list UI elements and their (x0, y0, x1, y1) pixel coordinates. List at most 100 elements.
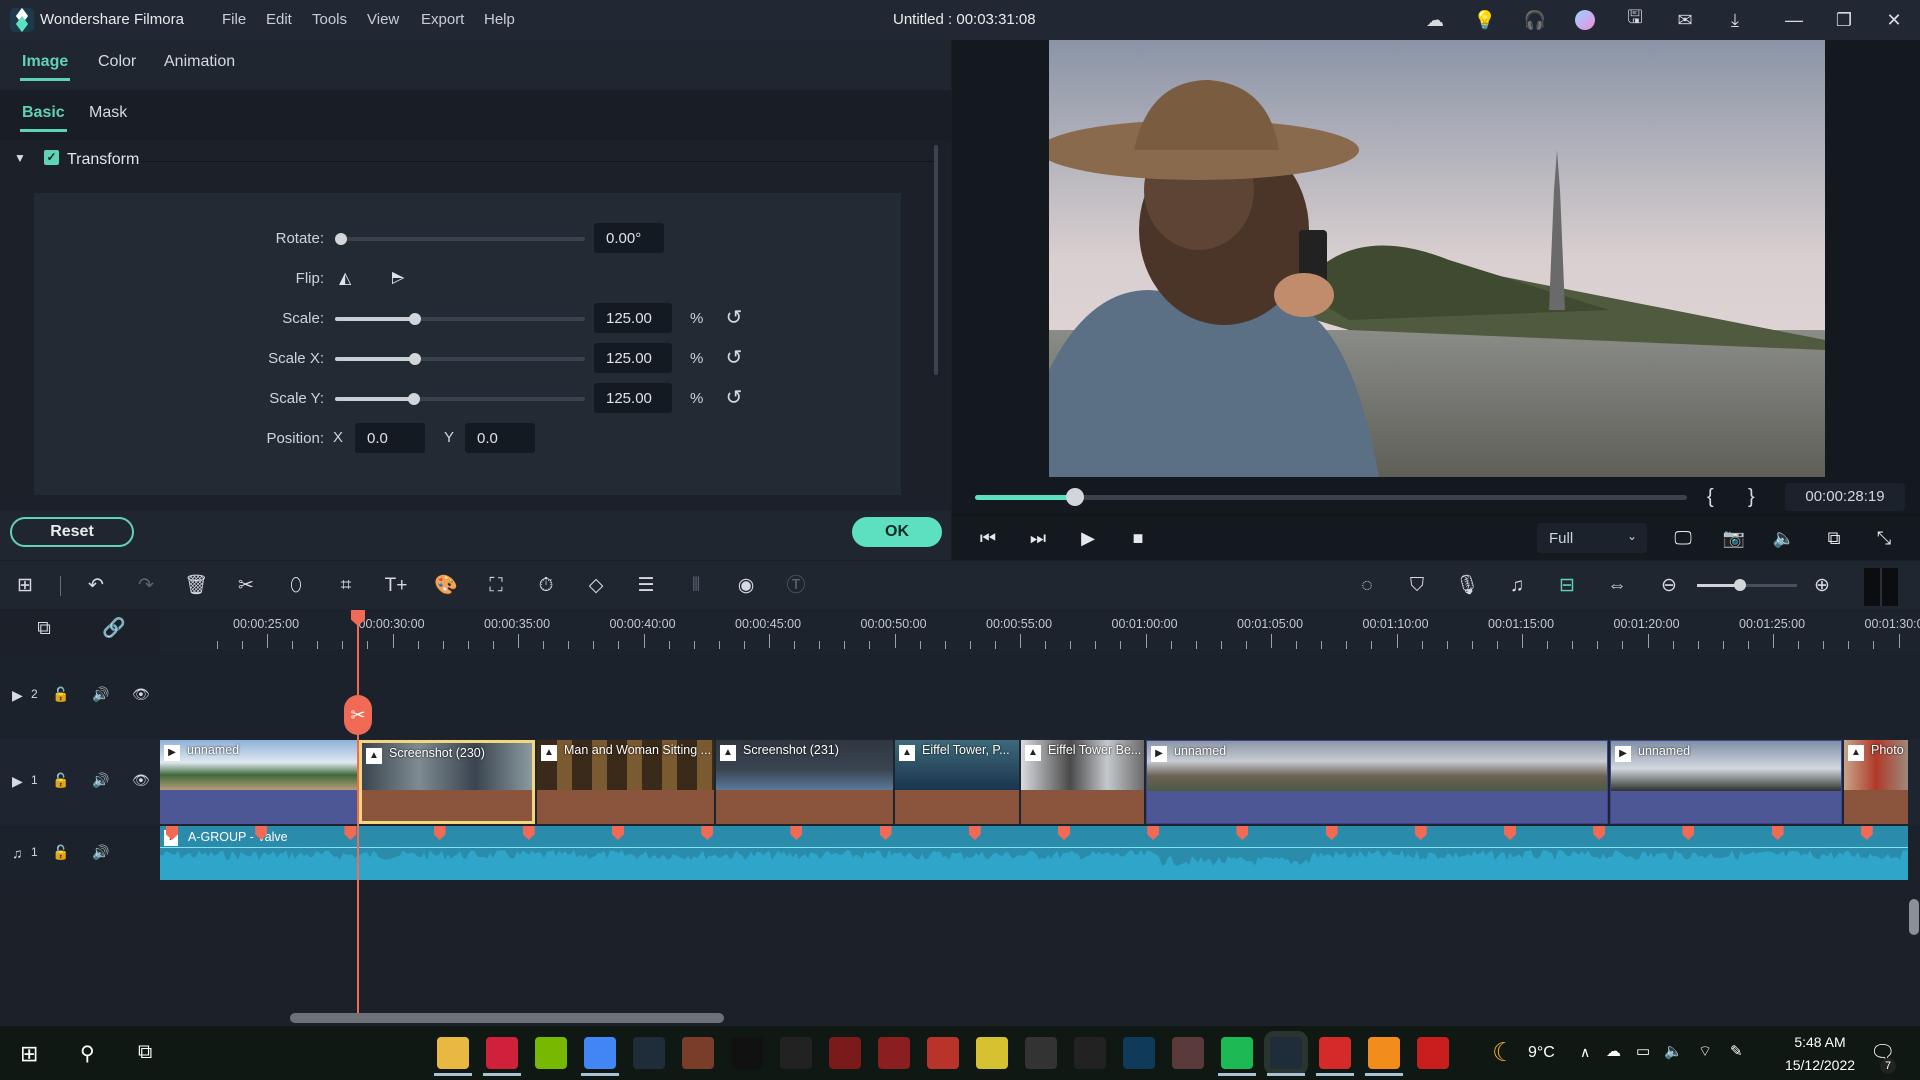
scale-y-input[interactable]: 125.00 (594, 383, 672, 413)
snap-icon[interactable]: ⊟ (1554, 573, 1580, 599)
taskbar-app-game[interactable] (927, 1037, 959, 1069)
timeline-clip-selected[interactable]: ▲ Screenshot (230) (359, 740, 535, 824)
layout-toggle-button[interactable] (1864, 568, 1898, 606)
scale-x-input[interactable]: 125.00 (594, 343, 672, 373)
taskbar-app-the-witcher[interactable] (1025, 1037, 1057, 1069)
avatar-icon[interactable] (1572, 8, 1598, 32)
onedrive-icon[interactable]: ☁ (1606, 1042, 1621, 1060)
audio-mixer-icon[interactable]: ♫ (1504, 573, 1530, 599)
scale-reset-icon[interactable]: ↺ (723, 307, 745, 329)
timeline-clip[interactable]: ▲ Photo (1844, 740, 1908, 824)
menu-edit[interactable]: Edit (266, 11, 292, 28)
redo-icon[interactable]: ↷ (133, 573, 159, 599)
mute-icon[interactable]: 🔊 (92, 686, 109, 703)
render-icon[interactable]: ◌ (1354, 573, 1380, 599)
lock-icon[interactable]: 🔓 (52, 772, 69, 789)
audio-volume-line[interactable] (160, 847, 1908, 848)
taskbar-app-filmora[interactable] (633, 1037, 665, 1069)
playback-progress-handle[interactable] (1065, 488, 1084, 506)
taskbar-app-batman[interactable] (731, 1037, 763, 1069)
flip-vertical-icon[interactable]: ◭ (389, 272, 409, 284)
timeline-clip[interactable]: ▲ Eiffel Tower Be... (1021, 740, 1144, 824)
zoom-out-icon[interactable]: ⊖ (1656, 573, 1682, 599)
mark-in-button[interactable]: { (1707, 486, 1714, 509)
taskbar-app-filmora[interactable] (1264, 1031, 1308, 1075)
taskbar-app-game-launcher[interactable] (1417, 1037, 1449, 1069)
clock-time[interactable]: 5:48 AM (1780, 1034, 1860, 1050)
taskbar-app-game[interactable] (682, 1037, 714, 1069)
flip-horizontal-icon[interactable]: ◭ (339, 268, 351, 288)
windows-start-icon[interactable]: ⊞ (20, 1041, 38, 1067)
save-icon[interactable]: 🖫 (1622, 7, 1648, 32)
rotate-slider[interactable] (335, 233, 585, 245)
taskbar-app-red-dead-redemption-2[interactable] (878, 1037, 910, 1069)
battery-icon[interactable]: ▭ (1636, 1042, 1650, 1060)
scale-slider[interactable] (335, 313, 585, 325)
fit-timeline-icon[interactable]: ⇔ (1604, 573, 1630, 599)
mail-icon[interactable]: ✉ (1672, 8, 1698, 32)
snapshot-icon[interactable]: 📷 (1722, 526, 1746, 550)
taskbar-app-nvidia[interactable] (535, 1037, 567, 1069)
restore-icon[interactable]: ❐ (1831, 8, 1857, 32)
audio-stretch-icon[interactable]: ◉ (733, 573, 759, 599)
taskbar-app-game[interactable] (976, 1037, 1008, 1069)
ok-button[interactable]: OK (852, 517, 942, 547)
pen-icon[interactable]: ✎ (1730, 1042, 1743, 1060)
display-icon[interactable]: 🖵 (1671, 526, 1695, 550)
scale-y-reset-icon[interactable]: ↺ (723, 387, 745, 409)
taskbar-app-chrome[interactable] (584, 1037, 616, 1069)
zoom-in-icon[interactable]: ⊕ (1809, 573, 1835, 599)
time-ruler[interactable] (160, 609, 1920, 654)
timeline-clip[interactable]: ▶ unnamed (160, 740, 357, 824)
headset-icon[interactable]: 🎧 (1522, 8, 1548, 32)
green-screen-icon[interactable]: ⛶ (483, 573, 509, 599)
previous-frame-icon[interactable]: ⏮ (976, 526, 1000, 550)
link-icon[interactable]: 🔗 (101, 616, 127, 642)
menu-tools[interactable]: Tools (312, 11, 347, 28)
pip-icon[interactable]: ⧉ (1822, 526, 1846, 550)
timeline-clip[interactable]: ▶ unnamed (1146, 740, 1608, 824)
rotate-input[interactable]: 0.00° (594, 223, 664, 253)
undo-icon[interactable]: ↶ (83, 573, 109, 599)
volume-tray-icon[interactable]: 🔈 (1664, 1042, 1683, 1060)
lightbulb-icon[interactable]: 💡 (1472, 8, 1498, 32)
transform-checkbox[interactable]: ✓ (44, 150, 59, 165)
timeline-horizontal-scrollbar[interactable] (290, 1013, 724, 1023)
panel-scrollbar[interactable] (934, 145, 938, 375)
menu-view[interactable]: View (367, 11, 399, 28)
taskbar-app-star-wars-jedi[interactable] (1172, 1037, 1204, 1069)
subtab-basic[interactable]: Basic (20, 104, 67, 132)
next-frame-icon[interactable]: ⏭ (1026, 526, 1050, 550)
visibility-icon[interactable]: 👁 (132, 772, 150, 789)
wifi-icon[interactable]: ⌔ (1698, 1042, 1712, 1061)
timeline-zoom-handle[interactable] (1734, 579, 1746, 591)
cut-icon[interactable]: ✂ (233, 573, 259, 599)
timeline-clip[interactable]: ▲ Eiffel Tower, P... (895, 740, 1019, 824)
tag-icon[interactable]: ⬯ (283, 573, 309, 599)
scale-y-slider[interactable] (335, 393, 585, 405)
mute-icon[interactable]: 🔊 (92, 844, 109, 861)
cloud-icon[interactable]: ☁ (1422, 8, 1448, 32)
position-x-input[interactable]: 0.0 (355, 423, 425, 453)
position-y-input[interactable]: 0.0 (465, 423, 535, 453)
text-to-speech-icon[interactable]: Ⓣ (783, 573, 809, 599)
color-palette-icon[interactable]: 🎨 (433, 573, 459, 599)
tab-color[interactable]: Color (98, 53, 136, 71)
close-icon[interactable]: ✕ (1881, 8, 1907, 32)
taskbar-app-vlc[interactable] (1368, 1037, 1400, 1069)
mark-out-button[interactable]: } (1748, 486, 1755, 509)
split-scissors-icon[interactable]: ✂ (344, 695, 372, 735)
taskbar-app-sea-of-thieves[interactable] (1123, 1037, 1155, 1069)
text-add-icon[interactable]: T+ (383, 573, 409, 599)
subtab-mask[interactable]: Mask (89, 104, 127, 122)
quality-dropdown[interactable]: Full ⌄ (1537, 523, 1647, 553)
scale-x-reset-icon[interactable]: ↺ (723, 347, 745, 369)
scale-input[interactable]: 125.00 (594, 303, 672, 333)
reset-button[interactable]: Reset (10, 517, 134, 547)
play-icon[interactable]: ▶ (1076, 526, 1100, 550)
timeline-vertical-scrollbar[interactable] (1909, 899, 1919, 935)
collapse-arrow-icon[interactable]: ▼ (14, 151, 26, 165)
taskbar-app-wps[interactable] (1319, 1037, 1351, 1069)
lock-icon[interactable]: 🔓 (52, 686, 69, 703)
adjust-icon[interactable]: ☰ (633, 573, 659, 599)
